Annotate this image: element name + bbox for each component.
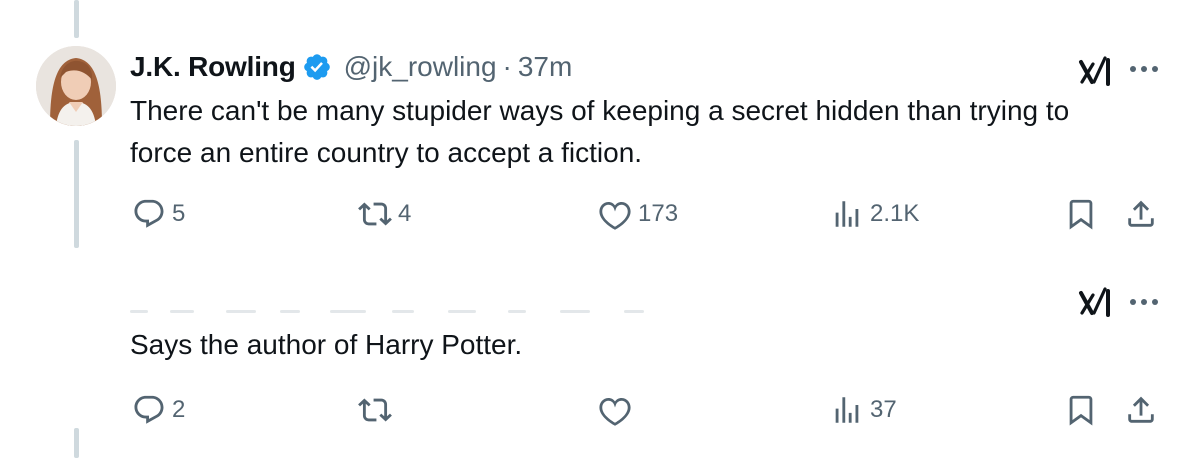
avatar[interactable] bbox=[36, 46, 116, 126]
handle[interactable]: @jk_rowling bbox=[344, 51, 497, 83]
avatar-image bbox=[36, 46, 116, 126]
tweet-text-line-2: force an entire country to accept a fict… bbox=[130, 137, 643, 168]
tweet-header: J.K. Rowling @jk_rowling · 37m bbox=[130, 48, 572, 86]
share-icon bbox=[1128, 200, 1154, 227]
like-button[interactable] bbox=[598, 390, 638, 430]
reply-button[interactable]: 2 bbox=[132, 390, 185, 430]
share-button[interactable] bbox=[1124, 390, 1158, 430]
repost-icon bbox=[358, 398, 392, 422]
views-count: 37 bbox=[870, 396, 897, 423]
views-button[interactable]: 2.1K bbox=[830, 194, 919, 234]
reply-icon bbox=[134, 199, 164, 228]
repost-count: 4 bbox=[398, 200, 412, 227]
reply-button[interactable]: 5 bbox=[132, 194, 185, 234]
repost-button[interactable]: 4 bbox=[358, 194, 411, 234]
grok-icon[interactable] bbox=[1078, 56, 1112, 86]
verified-badge-icon bbox=[303, 54, 330, 80]
like-count: 173 bbox=[638, 200, 679, 227]
views-icon bbox=[835, 397, 859, 423]
views-count: 2.1K bbox=[870, 200, 920, 227]
share-button[interactable] bbox=[1124, 194, 1158, 234]
thread-line-top bbox=[74, 0, 79, 38]
tweet-text: There can't be many stupider ways of kee… bbox=[130, 90, 1180, 174]
more-icon[interactable] bbox=[1128, 297, 1160, 307]
reply-count: 5 bbox=[172, 200, 186, 227]
thread-line-middle bbox=[74, 140, 79, 248]
bookmark-icon bbox=[1069, 199, 1093, 230]
heart-icon bbox=[599, 201, 631, 230]
views-icon bbox=[835, 201, 859, 227]
display-name[interactable]: J.K. Rowling bbox=[130, 51, 296, 83]
heart-icon bbox=[599, 397, 631, 426]
more-icon[interactable] bbox=[1128, 64, 1160, 74]
bookmark-button[interactable] bbox=[1064, 194, 1098, 234]
thread-line-bottom bbox=[74, 428, 79, 458]
reply-count: 2 bbox=[172, 396, 186, 423]
like-button[interactable]: 173 bbox=[598, 194, 678, 234]
separator-dot: · bbox=[502, 51, 512, 82]
views-button[interactable]: 37 bbox=[830, 390, 897, 430]
bookmark-icon bbox=[1069, 395, 1093, 426]
bookmark-button[interactable] bbox=[1064, 390, 1098, 430]
reply-icon bbox=[134, 395, 164, 424]
timestamp[interactable]: 37m bbox=[518, 51, 572, 83]
share-icon bbox=[1128, 396, 1154, 423]
repost-button[interactable] bbox=[358, 390, 398, 430]
obscured-header bbox=[130, 310, 650, 314]
reply-tweet-text: Says the author of Harry Potter. bbox=[130, 329, 523, 360]
repost-icon bbox=[358, 202, 392, 226]
grok-icon[interactable] bbox=[1078, 287, 1112, 317]
tweet-text-line-1: There can't be many stupider ways of kee… bbox=[130, 95, 1070, 126]
